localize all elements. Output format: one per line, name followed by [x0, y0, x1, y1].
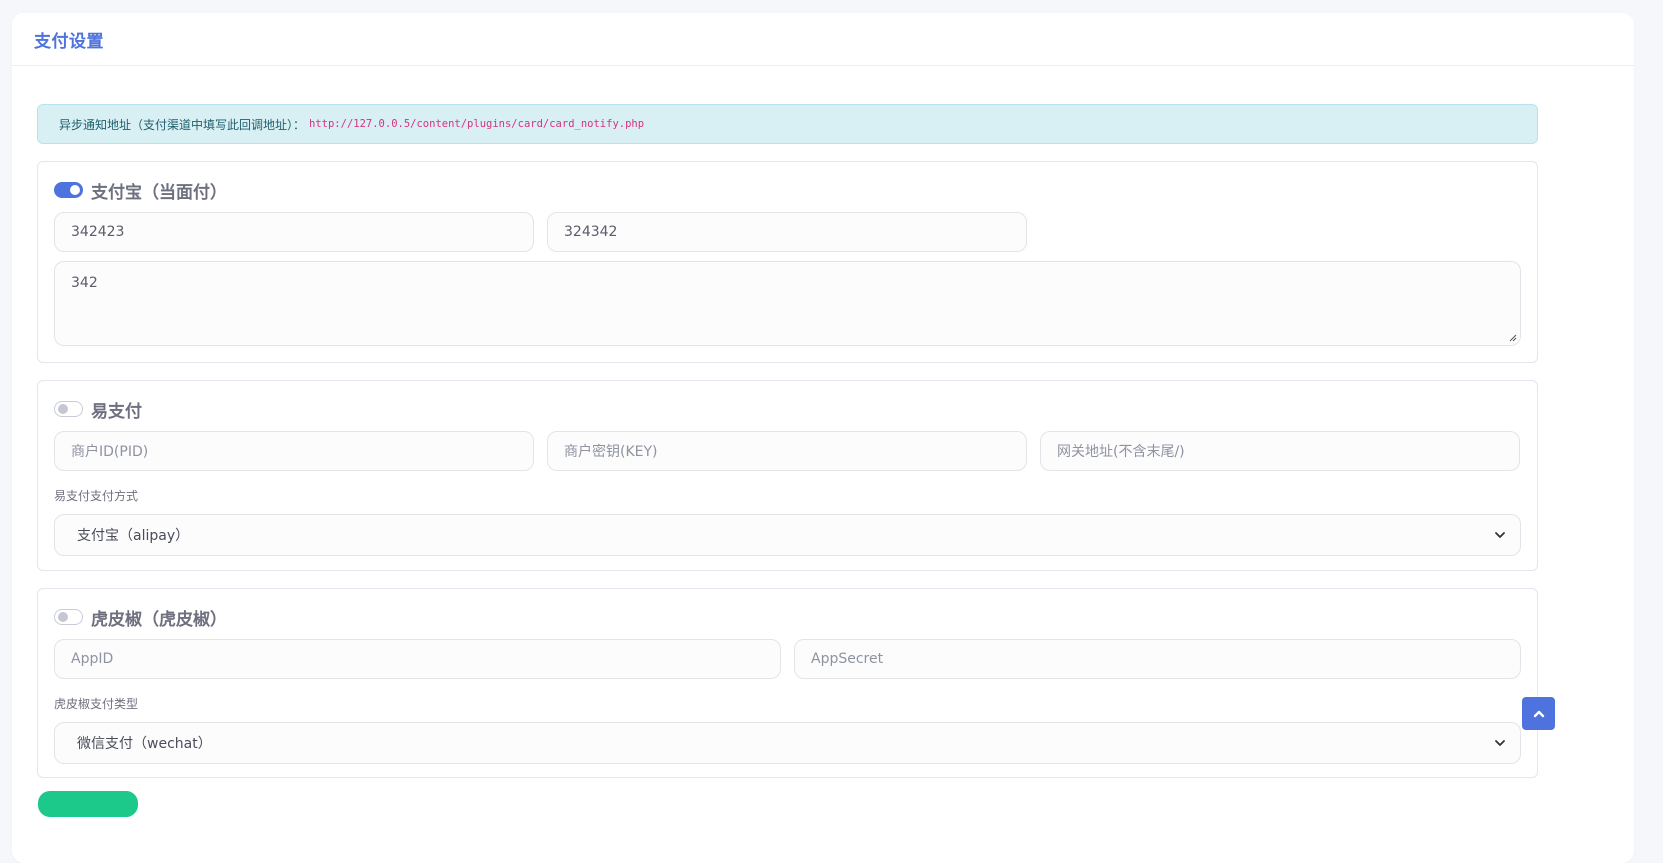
epay-key-input[interactable]: 商户密钥(KEY)	[547, 431, 1027, 471]
notify-url-label: 异步通知地址（支付渠道中填写此回调地址）：	[59, 117, 306, 132]
alipay-private-key-textarea[interactable]: 342	[54, 261, 1521, 346]
epay-method-label: 易支付支付方式	[54, 489, 139, 503]
switch-off-icon	[58, 404, 68, 414]
epay-gateway-input[interactable]: 网关地址(不含末尾/)	[1040, 431, 1520, 471]
switch-off-icon	[58, 612, 68, 622]
xunhu-appsecret-input[interactable]: AppSecret	[794, 639, 1521, 679]
epay-method-value: 支付宝（alipay）	[77, 528, 190, 544]
alipay-header: 支付宝（当面付）	[54, 162, 1521, 210]
page-title: 支付设置	[34, 31, 104, 52]
xunhu-toggle[interactable]	[54, 609, 83, 625]
chevron-down-icon	[1495, 740, 1505, 746]
epay-pid-input[interactable]: 商户ID(PID)	[54, 431, 534, 471]
back-to-top-button[interactable]	[1522, 697, 1555, 730]
xunhu-fields-row: AppID AppSecret	[54, 639, 1521, 679]
xunhu-type-label: 虎皮椒支付类型	[54, 697, 139, 711]
alipay-panel: 支付宝（当面付） 342423 324342 342	[37, 161, 1538, 363]
xunhu-appid-input[interactable]: AppID	[54, 639, 781, 679]
epay-toggle[interactable]	[54, 401, 83, 417]
alipay-toggle[interactable]	[54, 182, 83, 198]
switch-on-icon	[70, 185, 80, 195]
card-header: 支付设置	[12, 13, 1634, 66]
alipay-fields-row: 342423 324342	[54, 212, 1521, 252]
card-body: 异步通知地址（支付渠道中填写此回调地址）： http://127.0.0.5/c…	[37, 104, 1538, 778]
alipay-title: 支付宝（当面付）	[91, 182, 227, 203]
xunhu-panel: 虎皮椒（虎皮椒） AppID AppSecret 虎皮椒支付类型 微信支付（we…	[37, 588, 1538, 778]
alipay-appid-input[interactable]: 342423	[54, 212, 534, 252]
epay-title: 易支付	[91, 401, 142, 422]
alipay-textarea-value: 342	[71, 275, 98, 291]
payment-settings-card: 支付设置 异步通知地址（支付渠道中填写此回调地址）： http://127.0.…	[12, 13, 1634, 863]
epay-fields-row: 商户ID(PID) 商户密钥(KEY) 网关地址(不含末尾/)	[54, 431, 1521, 471]
xunhu-type-select[interactable]: 微信支付（wechat）	[54, 722, 1521, 764]
xunhu-title: 虎皮椒（虎皮椒）	[91, 609, 227, 630]
notify-url: http://127.0.0.5/content/plugins/card/ca…	[309, 118, 645, 130]
alipay-key-input[interactable]: 324342	[547, 212, 1027, 252]
resize-handle-icon[interactable]	[1507, 332, 1517, 342]
epay-panel: 易支付 商户ID(PID) 商户密钥(KEY) 网关地址(不含末尾/) 易支付支…	[37, 380, 1538, 571]
epay-header: 易支付	[54, 381, 1521, 429]
xunhu-header: 虎皮椒（虎皮椒）	[54, 589, 1521, 637]
save-button[interactable]	[38, 791, 138, 817]
xunhu-type-value: 微信支付（wechat）	[77, 736, 212, 752]
chevron-up-icon	[1533, 710, 1544, 717]
chevron-down-icon	[1495, 532, 1505, 538]
notify-url-alert: 异步通知地址（支付渠道中填写此回调地址）： http://127.0.0.5/c…	[37, 104, 1538, 144]
epay-method-select[interactable]: 支付宝（alipay）	[54, 514, 1521, 556]
